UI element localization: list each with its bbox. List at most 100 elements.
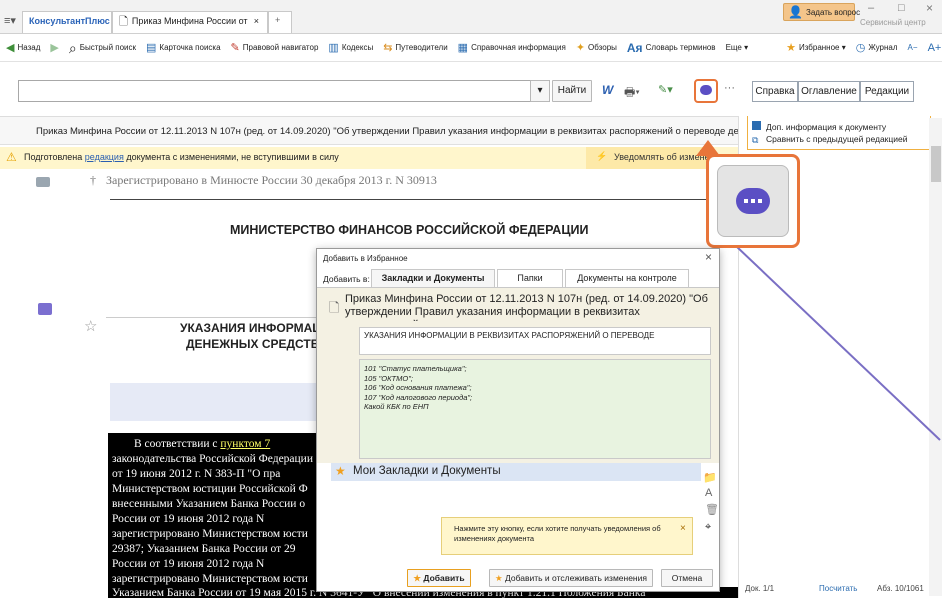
note-marker-icon[interactable] (36, 177, 50, 187)
codes-button[interactable]: ▥ Кодексы (328, 42, 373, 54)
search-dropdown-button[interactable]: ▾ (530, 80, 550, 102)
star-outline-icon[interactable]: ☆ (84, 317, 97, 335)
highlighted-block (110, 383, 320, 421)
back-button[interactable]: ◀ Назад (6, 42, 40, 54)
back-label: Назад (17, 43, 41, 52)
note-marker-icon[interactable] (38, 303, 52, 315)
forward-button[interactable]: ▶ (50, 42, 58, 54)
favorites-button[interactable]: ★ Избранное ▾ (786, 42, 846, 54)
tab-document[interactable]: 🗋 Приказ Минфина России от 12.11.20 × (112, 11, 268, 33)
rename-icon[interactable]: A (705, 487, 712, 499)
binoculars-icon[interactable]: ⌖ (705, 521, 711, 534)
info-icon (752, 121, 761, 130)
tab-help[interactable]: Справка (752, 81, 798, 102)
paragraph-link[interactable]: пунктом 7 (220, 438, 270, 450)
guides-button[interactable]: ⇆ Путеводители (383, 42, 447, 54)
close-window-button[interactable]: × (926, 1, 933, 15)
comment-line: Какой КБК по ЕНП (364, 402, 429, 411)
paragraph-line: законодательства Российской Федерации (112, 453, 313, 465)
add-track-button[interactable]: ★ Добавить и отслеживать изменения (489, 569, 653, 587)
new-folder-icon[interactable]: 📁 (703, 471, 717, 484)
print-icon[interactable]: 🖶▾ (624, 83, 640, 104)
paragraph-line: 29387; Указанием Банка России от 29 (112, 543, 296, 555)
more-tools-button[interactable]: ··· (724, 82, 735, 94)
tab-editions[interactable]: Редакции (860, 81, 914, 102)
service-center-link[interactable]: Сервисный центр (860, 18, 926, 27)
bookmark-comment-button[interactable] (694, 79, 718, 103)
reference-button[interactable]: ▦ Справочная информация (458, 42, 566, 54)
zoomed-button-callout (706, 154, 800, 248)
dagger-icon: † (90, 173, 96, 187)
signpost-icon: ⇆ (383, 41, 393, 54)
star-icon: ★ (413, 573, 422, 583)
menu-icon[interactable]: ≡▾ (4, 14, 16, 27)
comment-line: 105 "ОКТМО"; (364, 373, 414, 383)
tab-bookmarks[interactable]: Закладки и Документы (371, 269, 495, 287)
document-title: Приказ Минфина России от 12.11.2013 N 10… (0, 117, 738, 145)
ministry-heading: МИНИСТЕРСТВО ФИНАНСОВ РОССИЙСКОЙ ФЕДЕРАЦ… (230, 223, 589, 237)
extra-info-link[interactable]: Доп. информация к документу (766, 121, 930, 133)
warning-text-start: Подготовлена (24, 152, 85, 162)
reference-icon: ▦ (457, 41, 469, 54)
minimize-button[interactable]: – (868, 2, 874, 14)
word-export-icon[interactable]: W (602, 83, 613, 97)
person-icon: 👤 (788, 5, 803, 19)
new-tab-button[interactable]: + (268, 11, 292, 33)
comment-icon (736, 188, 770, 214)
document-icon: 🗋 (119, 16, 128, 28)
paragraph-start: В соответствии с (134, 438, 221, 450)
delete-icon[interactable]: 🗑 (705, 503, 719, 516)
quick-search-button[interactable]: ⌕ Быстрый поиск (69, 41, 137, 55)
registration-line: † Зарегистрировано в Минюсте России 30 де… (90, 173, 437, 188)
ask-question-button[interactable]: 👤 Задать вопрос (783, 3, 860, 21)
tab-contents[interactable]: Оглавление (798, 81, 860, 102)
tab-consultant[interactable]: КонсультантПлюс (22, 11, 112, 33)
tab-controlled[interactable]: Документы на контроле (565, 269, 689, 287)
journal-button[interactable]: ◷ Журнал (856, 42, 898, 54)
dictionary-button[interactable]: Aя Словарь терминов (627, 42, 716, 54)
quick-search-label: Быстрый поиск (79, 43, 137, 52)
paragraph-line: зарегистрировано Министерством юсти (112, 528, 308, 540)
reviews-button[interactable]: ✦ Обзоры (576, 42, 617, 54)
font-decrease-button[interactable]: A− (908, 43, 918, 52)
add-button[interactable]: ★ Добавить (407, 569, 471, 587)
compare-link[interactable]: Сравнить с предыдущей редакцией (766, 133, 930, 145)
tooltip-close-icon[interactable]: × (680, 524, 686, 534)
clock-icon: ◷ (855, 41, 866, 54)
tab-folders[interactable]: Папки (497, 269, 563, 287)
legal-navigator-button[interactable]: ✎ Правовой навигатор (231, 42, 319, 54)
folder-label: Мои Закладки и Документы (353, 465, 501, 477)
close-tab-icon[interactable]: × (254, 16, 259, 33)
edition-link[interactable]: редакция (85, 152, 124, 162)
more-menu[interactable]: Еще ▾ (726, 43, 749, 52)
tab-app-label: КонсультантПлюс (29, 16, 110, 26)
cancel-button[interactable]: Отмена (661, 569, 713, 587)
font-increase-button[interactable]: A+ (928, 42, 942, 54)
comment-line: 101 "Статус плательщика"; (364, 364, 467, 373)
font-minus-label: A− (907, 43, 918, 52)
search-input[interactable] (18, 80, 550, 102)
add-track-label: Добавить и отслеживать изменения (505, 573, 647, 583)
folder-item[interactable]: ★ Мои Закладки и Документы (331, 463, 701, 481)
forward-arrow-icon: ▶ (50, 41, 59, 54)
reviews-label: Обзоры (588, 43, 617, 52)
card-search-icon: ▤ (146, 41, 157, 54)
find-button[interactable]: Найти (552, 80, 592, 102)
maximize-button[interactable]: □ (898, 2, 905, 14)
document-icon: 🗋 (329, 300, 340, 315)
main-toolbar: ◀ Назад ▶ ⌕ Быстрый поиск ▤ Карточка поиска… (0, 34, 942, 62)
codes-icon: ▥ (328, 41, 339, 54)
card-search-button[interactable]: ▤ Карточка поиска (146, 42, 221, 54)
paragraph-line: Министерством юстиции Российской Ф (112, 483, 308, 495)
star-icon: ★ (495, 573, 503, 583)
notify-changes-button[interactable]: ⚡Уведомлять об изменениях (586, 147, 714, 169)
bookmark-name-field[interactable]: УКАЗАНИЯ ИНФОРМАЦИИ В РЕКВИЗИТАХ РАСПОРЯ… (359, 327, 711, 355)
add-label: Добавить (423, 573, 465, 583)
favorites-label: Избранное ▾ (798, 43, 846, 52)
paragraph-line: России от 19 июня 2012 года N (112, 558, 265, 570)
new-tab-label: + (275, 15, 281, 25)
paragraph-line: зарегистрировано Министерством юсти (112, 573, 308, 585)
comment-field[interactable]: 101 "Статус плательщика"; 105 "ОКТМО"; 1… (359, 359, 711, 459)
highlight-icon[interactable]: ✎▾ (658, 83, 673, 96)
dialog-close-icon[interactable]: × (705, 250, 712, 264)
